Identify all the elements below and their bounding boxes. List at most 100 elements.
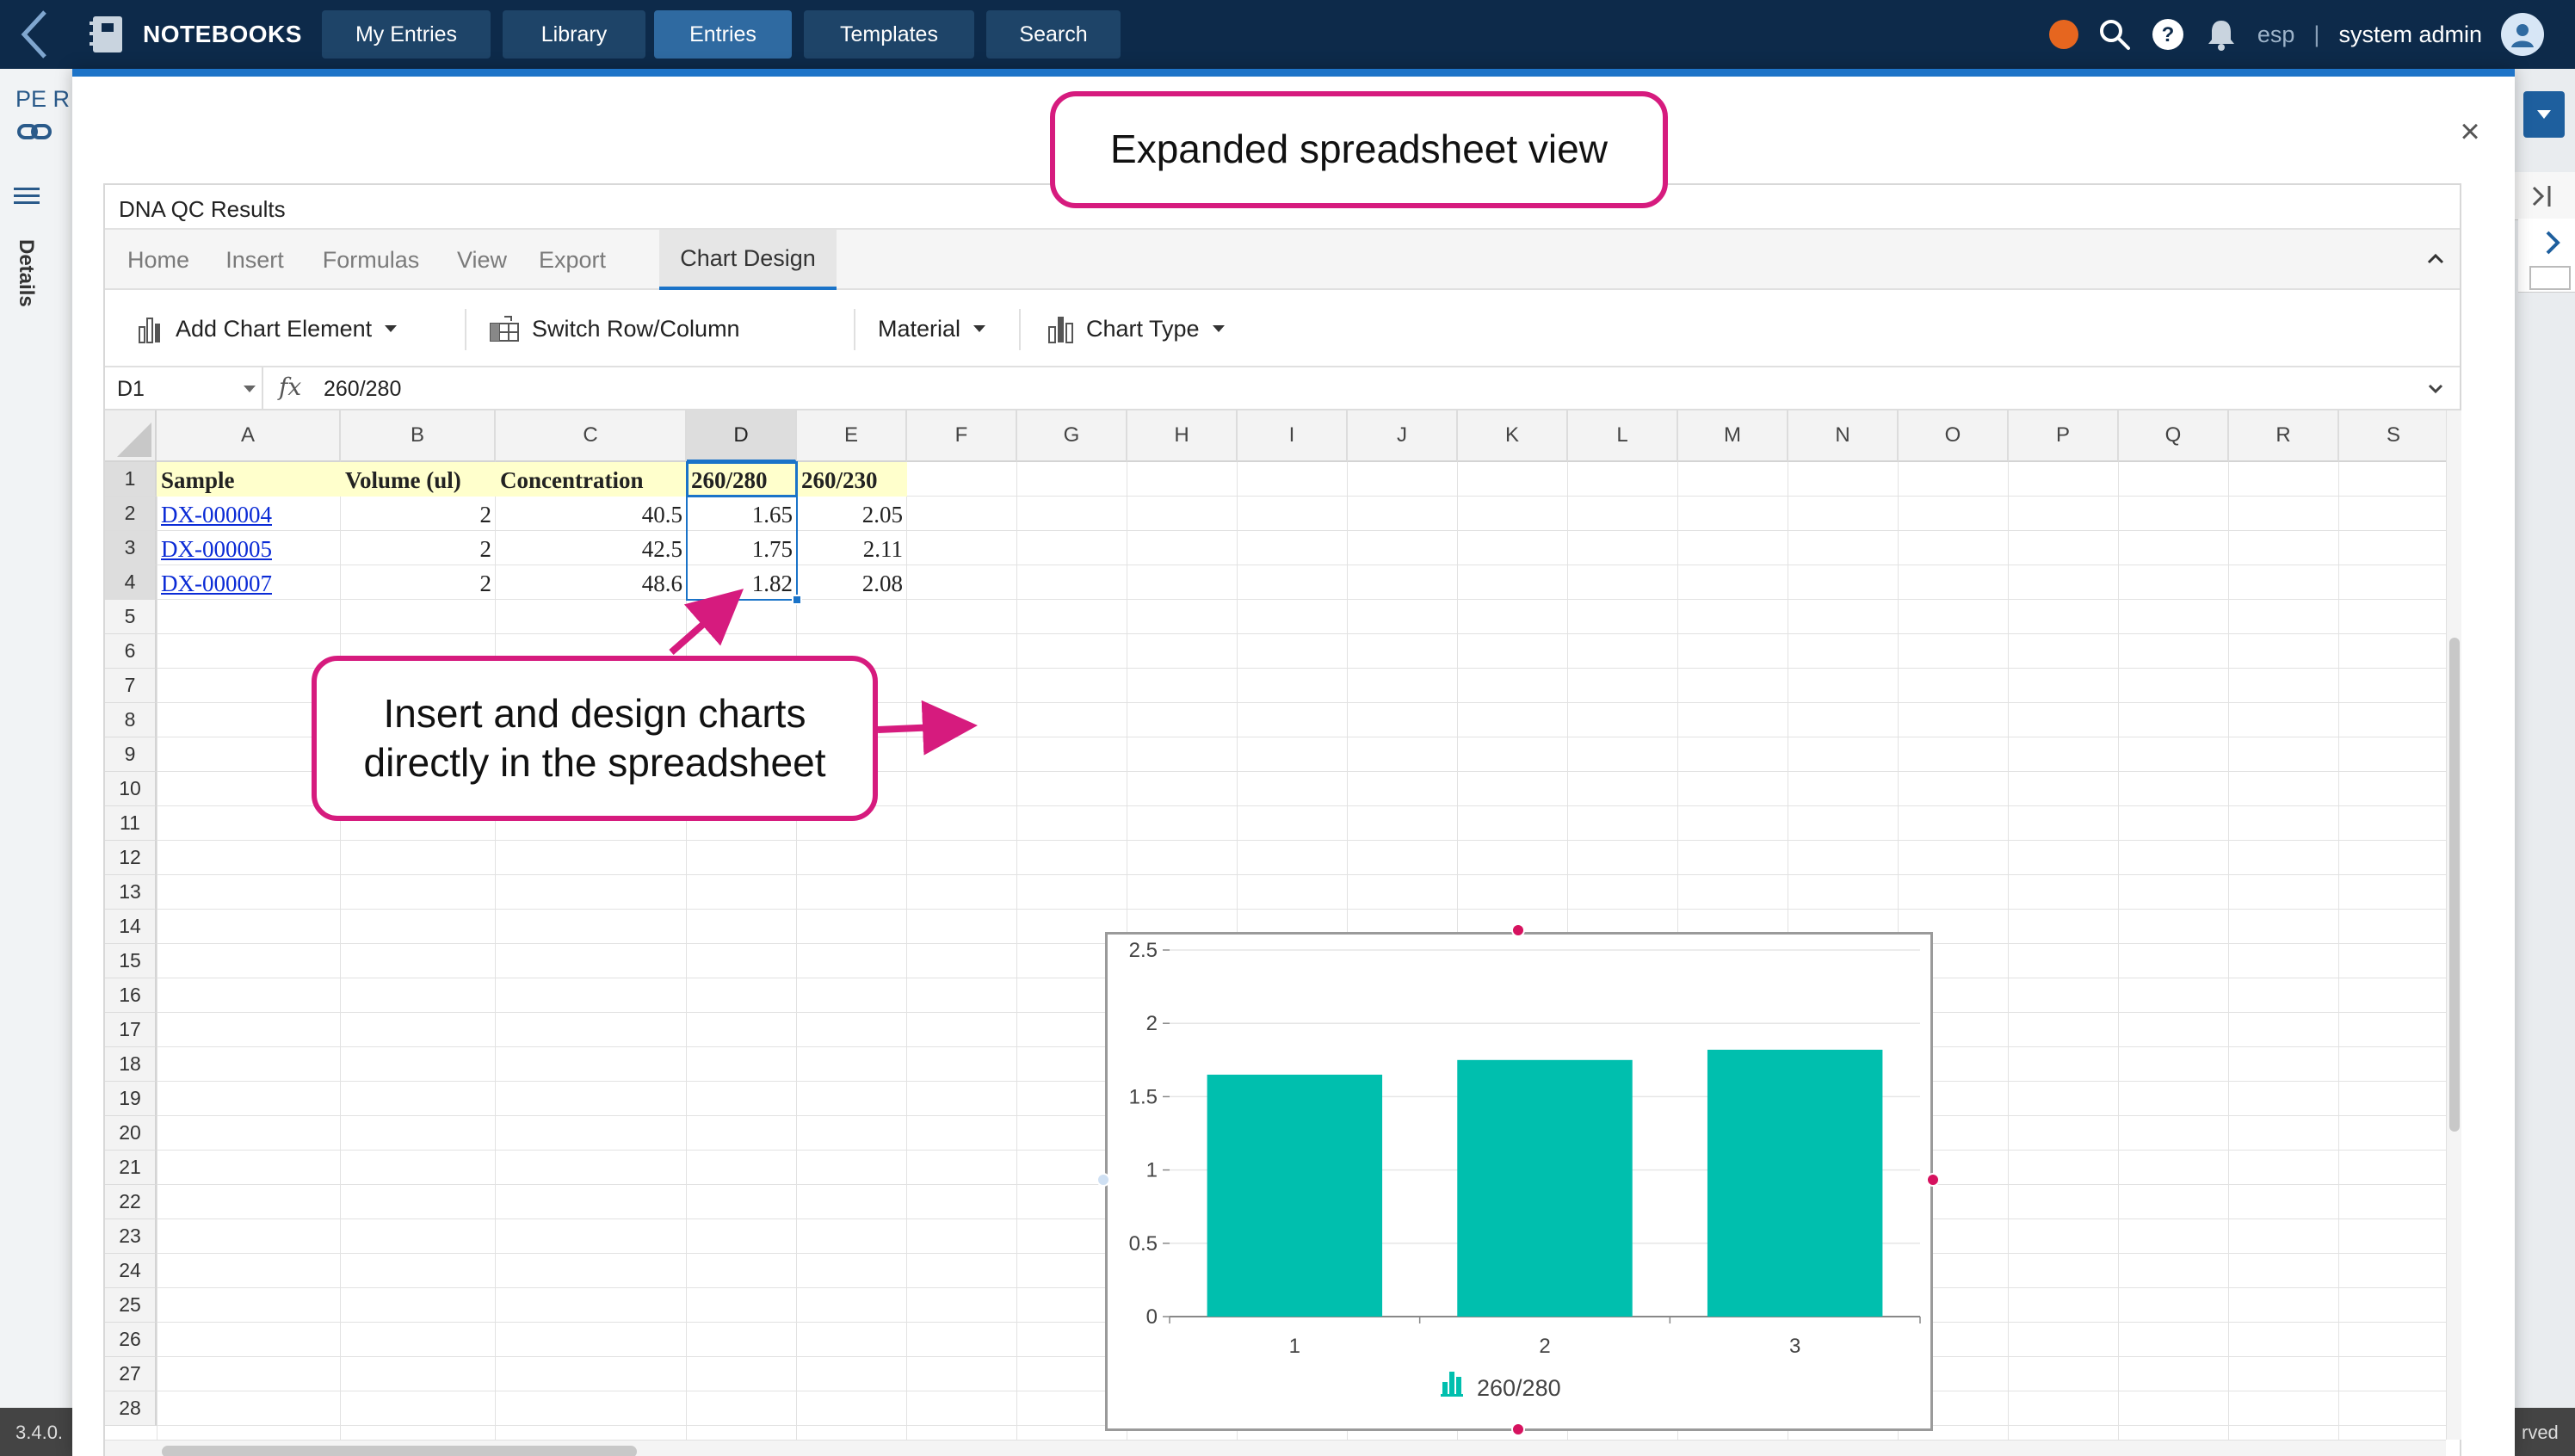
list-icon[interactable] [12, 182, 41, 212]
row-header-15[interactable]: 15 [105, 944, 157, 978]
user-avatar-icon[interactable] [2501, 13, 2544, 56]
horizontal-scroll-thumb[interactable] [162, 1446, 637, 1456]
data-cell[interactable]: 1.65 [687, 497, 797, 531]
row-header-26[interactable]: 26 [105, 1323, 157, 1357]
switch-row-column-button[interactable]: Switch Row/Column [489, 305, 740, 352]
row-header-6[interactable]: 6 [105, 634, 157, 669]
row-header-7[interactable]: 7 [105, 669, 157, 703]
spreadsheet-grid[interactable]: ABCDEFGHIJKLMNOPQRS 1 2 3 4 5 6 7 8 9 10 11 12 13 14 1… [105, 410, 2446, 1440]
nav-library-button[interactable]: Library [503, 10, 645, 59]
nav-my-entries-button[interactable]: My Entries [322, 10, 491, 59]
column-header-h[interactable]: H [1127, 410, 1238, 462]
chart-type-dropdown[interactable]: Chart Type [1047, 305, 1226, 352]
header-cell[interactable]: Sample [157, 462, 341, 497]
data-cell[interactable]: 1.75 [687, 531, 797, 565]
vertical-scrollbar[interactable] [2446, 410, 2461, 1440]
language-label[interactable]: esp [2257, 22, 2295, 48]
tab-formulas[interactable]: Formulas [303, 230, 439, 290]
row-header-27[interactable]: 27 [105, 1357, 157, 1391]
chevron-down-icon[interactable] [2425, 378, 2446, 398]
background-dropdown-button[interactable] [2523, 91, 2565, 138]
data-cell[interactable]: 2 [341, 497, 496, 531]
row-header-5[interactable]: 5 [105, 600, 157, 634]
bar-2[interactable] [1457, 1059, 1633, 1317]
column-header-q[interactable]: Q [2119, 410, 2229, 462]
add-chart-element-button[interactable]: Add Chart Element [136, 305, 398, 352]
row-header-9[interactable]: 9 [105, 737, 157, 772]
select-all-corner[interactable] [105, 410, 157, 462]
row-header-12[interactable]: 12 [105, 841, 157, 875]
formula-input[interactable]: 260/280 [324, 377, 401, 402]
nav-entries-button[interactable]: Entries [654, 10, 792, 59]
name-box[interactable]: D1 [105, 367, 263, 409]
row-header-20[interactable]: 20 [105, 1116, 157, 1151]
column-header-s[interactable]: S [2339, 410, 2446, 462]
status-dot-icon[interactable] [2048, 20, 2078, 49]
nav-search-button[interactable]: Search [986, 10, 1121, 59]
data-cell[interactable]: 2 [341, 565, 496, 600]
row-header-23[interactable]: 23 [105, 1219, 157, 1254]
help-icon[interactable]: ? [2151, 17, 2185, 52]
row-header-25[interactable]: 25 [105, 1288, 157, 1323]
column-header-o[interactable]: O [1899, 410, 2009, 462]
column-header-e[interactable]: E [797, 410, 907, 462]
bar-1[interactable] [1207, 1074, 1383, 1317]
chevron-up-icon[interactable] [2422, 245, 2449, 273]
row-header-21[interactable]: 21 [105, 1151, 157, 1185]
data-cell[interactable]: 1.82 [687, 565, 797, 600]
row-header-14[interactable]: 14 [105, 910, 157, 944]
column-header-i[interactable]: I [1238, 410, 1348, 462]
sample-link[interactable]: DX-000007 [157, 565, 341, 600]
back-chevron-icon[interactable] [12, 7, 64, 62]
sample-link[interactable]: DX-000005 [157, 531, 341, 565]
column-header-f[interactable]: F [907, 410, 1017, 462]
column-header-n[interactable]: N [1788, 410, 1899, 462]
notification-bell-icon[interactable] [2204, 17, 2238, 52]
horizontal-scrollbar[interactable] [105, 1440, 2446, 1456]
column-header-a[interactable]: A [157, 410, 341, 462]
chart-resize-handle-left[interactable] [1096, 1173, 1110, 1187]
data-cell[interactable]: 40.5 [496, 497, 687, 531]
data-cell[interactable]: 2.11 [797, 531, 907, 565]
row-header-10[interactable]: 10 [105, 772, 157, 806]
background-collapse-bar[interactable] [2515, 172, 2575, 220]
data-cell[interactable]: 2.05 [797, 497, 907, 531]
column-header-c[interactable]: C [496, 410, 687, 462]
row-header-28[interactable]: 28 [105, 1391, 157, 1426]
row-header-1[interactable]: 1 [105, 462, 157, 497]
row-header-17[interactable]: 17 [105, 1013, 157, 1047]
column-header-r[interactable]: R [2229, 410, 2339, 462]
link-icon[interactable] [17, 119, 52, 145]
row-header-3[interactable]: 3 [105, 531, 157, 565]
close-icon[interactable]: × [2451, 113, 2489, 151]
bar-chart[interactable]: 0 0.5 1 1.5 2 2.5 1 2 3 260/280 [1105, 932, 1933, 1431]
column-header-m[interactable]: M [1678, 410, 1788, 462]
tab-view[interactable]: View [444, 230, 520, 290]
row-header-2[interactable]: 2 [105, 497, 157, 531]
column-header-g[interactable]: G [1017, 410, 1127, 462]
data-cell[interactable]: 48.6 [496, 565, 687, 600]
row-header-13[interactable]: 13 [105, 875, 157, 910]
row-header-11[interactable]: 11 [105, 806, 157, 841]
details-tab[interactable]: Details [14, 239, 38, 307]
brand[interactable]: NOTEBOOKS [86, 14, 302, 55]
row-header-8[interactable]: 8 [105, 703, 157, 737]
chart-resize-handle-top[interactable] [1511, 923, 1525, 937]
data-cell[interactable]: 2 [341, 531, 496, 565]
column-header-p[interactable]: P [2009, 410, 2119, 462]
search-icon[interactable] [2097, 17, 2132, 52]
chart-resize-handle-right[interactable] [1926, 1173, 1940, 1187]
header-cell[interactable]: 260/280 [687, 462, 797, 497]
fill-handle[interactable] [792, 595, 802, 605]
column-header-b[interactable]: B [341, 410, 496, 462]
data-cell[interactable]: 42.5 [496, 531, 687, 565]
column-header-l[interactable]: L [1568, 410, 1678, 462]
row-header-19[interactable]: 19 [105, 1082, 157, 1116]
tab-export[interactable]: Export [525, 230, 620, 290]
tab-chart-design[interactable]: Chart Design [659, 230, 837, 290]
column-header-j[interactable]: J [1348, 410, 1458, 462]
row-header-24[interactable]: 24 [105, 1254, 157, 1288]
bar-3[interactable] [1707, 1049, 1883, 1317]
nav-templates-button[interactable]: Templates [804, 10, 974, 59]
sample-link[interactable]: DX-000004 [157, 497, 341, 531]
